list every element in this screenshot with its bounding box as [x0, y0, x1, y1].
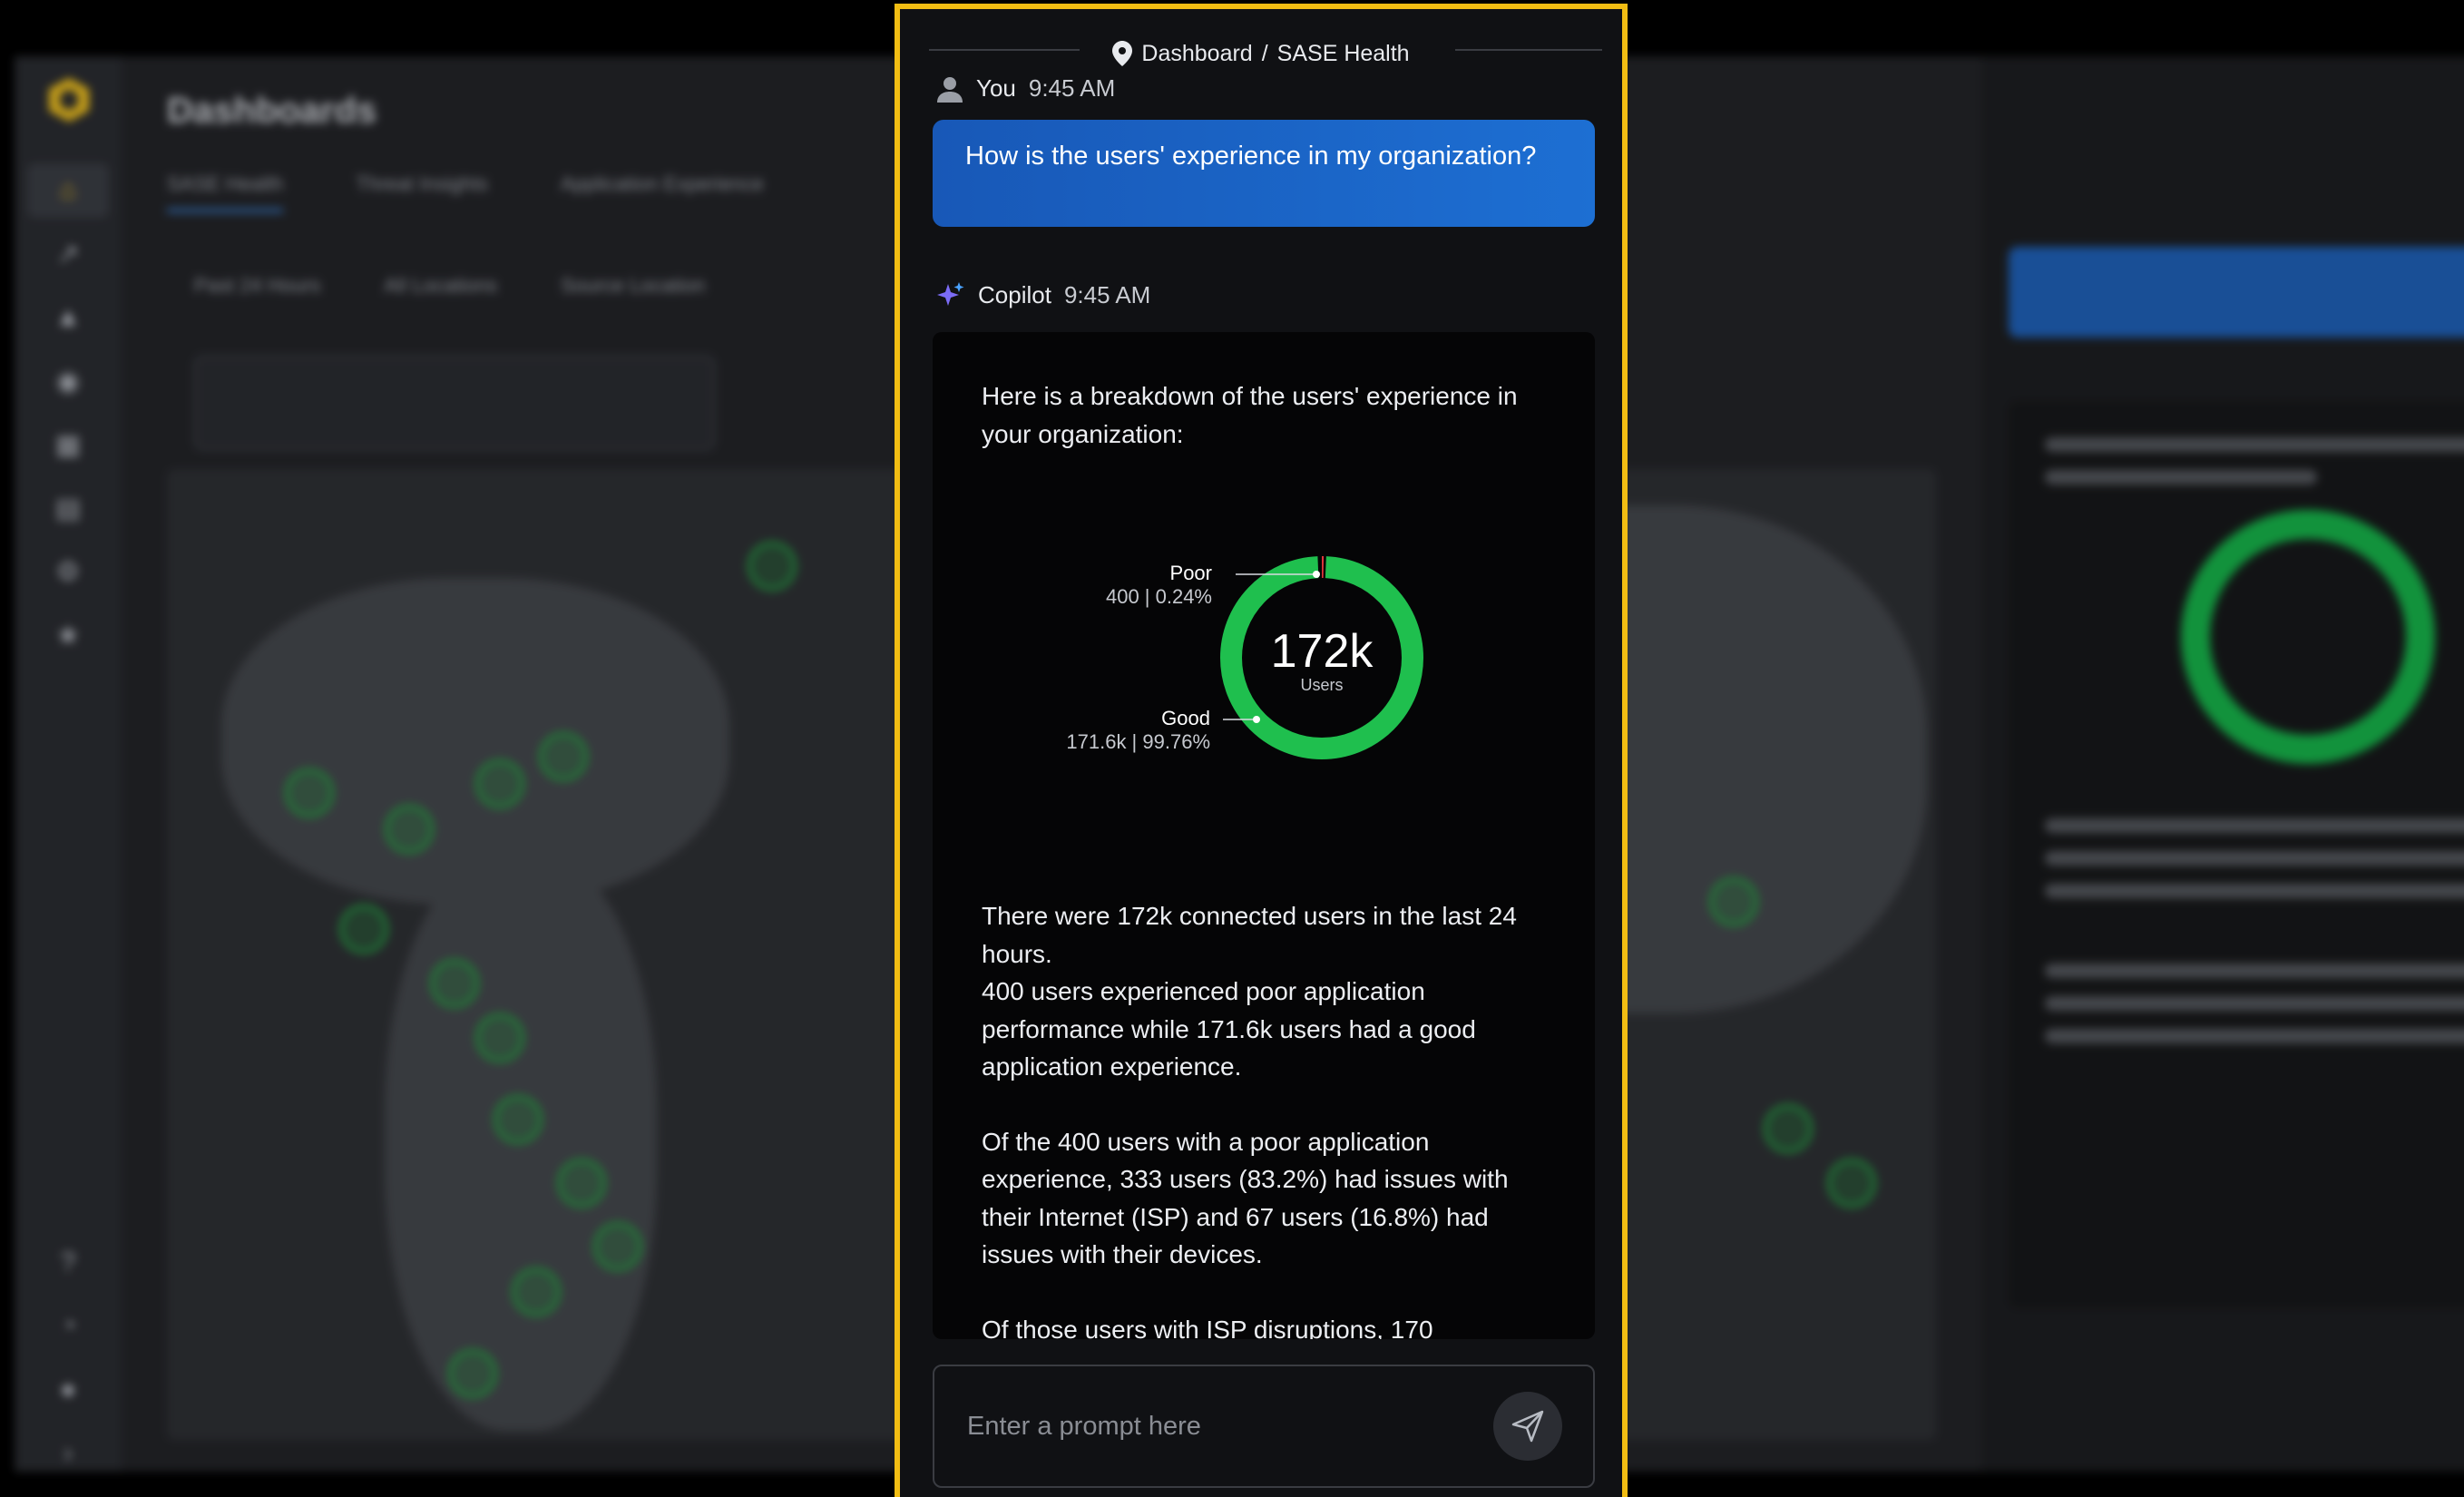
reply-paragraph-2: Of the 400 users with a poor application… [982, 1127, 1509, 1269]
copilot-author: Copilot [978, 280, 1051, 308]
reply-paragraph-3: Of those users with ISP disruptions, 170 [982, 1315, 1433, 1340]
copilot-message-header: Copilot 9:45 AM [936, 280, 1150, 309]
copilot-sparkle-icon [937, 282, 964, 306]
donut-center-value: 172k [1271, 625, 1374, 678]
copilot-message-time: 9:45 AM [1063, 280, 1151, 308]
send-button[interactable] [1493, 1392, 1562, 1461]
breadcrumb-separator: / [1261, 40, 1268, 66]
user-author: You [976, 74, 1016, 102]
breadcrumb: Dashboard / SASE Health [900, 31, 1622, 76]
user-message-bubble: How is the users' experience in my organ… [933, 120, 1595, 227]
donut-svg: 172k Users [1220, 556, 1423, 759]
location-pin-icon [1112, 41, 1133, 66]
prompt-input[interactable] [965, 1410, 1493, 1443]
good-label: Good 171.6k | 99.76% [1066, 707, 1210, 754]
user-avatar-icon [937, 76, 963, 103]
good-label-value: 171.6k | 99.76% [1066, 730, 1210, 753]
prompt-box [933, 1365, 1595, 1488]
breadcrumb-dashboard[interactable]: Dashboard [1141, 41, 1252, 67]
poor-marker [1313, 571, 1320, 578]
send-icon [1511, 1410, 1544, 1443]
user-message-time: 9:45 AM [1028, 74, 1116, 102]
poor-label-value: 400 | 0.24% [1105, 585, 1212, 608]
users-donut-chart: 172k Users Poor 400 | 0.24% Good 171.6k … [982, 462, 1546, 843]
good-marker [1253, 716, 1260, 723]
good-label-name: Good [1161, 707, 1210, 729]
donut-center-label: Users [1300, 676, 1343, 694]
reply-paragraph-1b: 400 users experienced poor application p… [982, 977, 1476, 1081]
copilot-panel: Dashboard / SASE Health You 9:45 AM How … [895, 4, 1628, 1497]
user-message-header: You 9:45 AM [936, 74, 1115, 103]
copilot-reply: Here is a breakdown of the users' experi… [933, 332, 1595, 1339]
poor-label: Poor 400 | 0.24% [1106, 562, 1212, 609]
breadcrumb-sase-health[interactable]: SASE Health [1277, 41, 1410, 67]
reply-paragraph-1a: There were 172k connected users in the l… [982, 902, 1517, 968]
reply-intro: Here is a breakdown of the users' experi… [982, 382, 1518, 448]
poor-label-name: Poor [1169, 562, 1212, 584]
